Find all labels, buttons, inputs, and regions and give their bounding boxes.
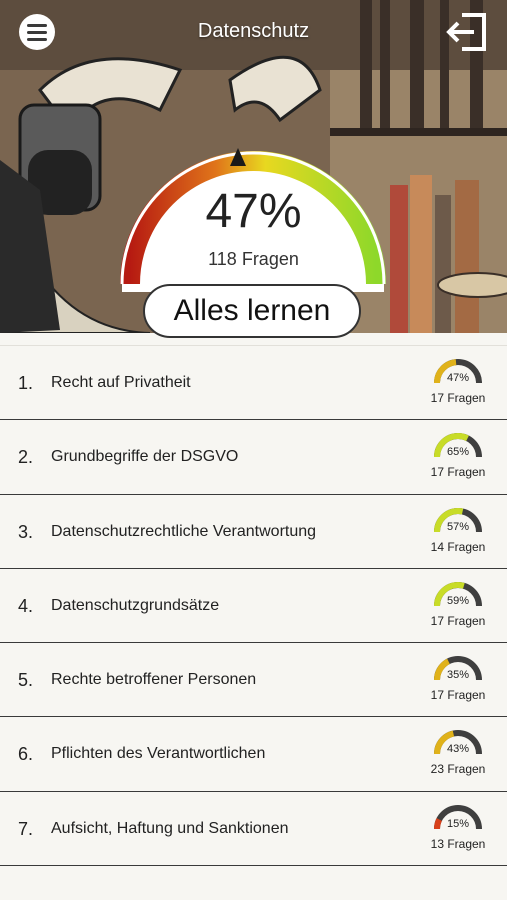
- topic-percent: 65%: [446, 446, 470, 459]
- topic-title: Recht auf Privatheit: [51, 374, 191, 391]
- overall-question-count: 118 Fragen: [208, 249, 299, 269]
- topic-question-count: 23 Fragen: [430, 762, 486, 777]
- topic-title: Grundbegriffe der DSGVO: [51, 448, 239, 466]
- topic-title: Pflichten des Verantwortlichen: [51, 745, 266, 763]
- top-bar: Datenschutz: [0, 0, 507, 64]
- topic-percent: 15%: [446, 817, 470, 830]
- topic-number: 7.: [18, 818, 34, 839]
- exit-icon: [446, 13, 486, 51]
- topic-question-count: 17 Fragen: [430, 465, 486, 480]
- topic-question-count: 13 Fragen: [430, 836, 486, 851]
- topic-question-count: 14 Fragen: [430, 539, 486, 554]
- topic-row[interactable]: 3. Datenschutzrechtliche Verantwortung 57%…: [0, 495, 507, 569]
- topic-row[interactable]: 6. Pflichten des Verantwortlichen 43% 23 Fr…: [0, 717, 507, 792]
- topic-row[interactable]: 1. Recht auf Privatheit 47% 17 Fragen: [0, 345, 507, 421]
- topic-number: 5.: [18, 670, 34, 691]
- overall-percent: 47%: [205, 185, 302, 238]
- topic-percent: 35%: [446, 669, 470, 682]
- page-title: Datenschutz: [197, 20, 310, 42]
- topic-question-count: 17 Fragen: [430, 613, 486, 628]
- topic-list: 1. Recht auf Privatheit 47% 17 Fragen 2. Grun…: [0, 345, 507, 867]
- topic-percent: 57%: [446, 520, 470, 533]
- topic-row[interactable]: 2. Grundbegriffe der DSGVO 65% 17 Fragen: [0, 420, 507, 495]
- topic-title: Datenschutzgrundsätze: [51, 596, 220, 614]
- topic-row[interactable]: 5. Rechte betroffener Personen 35% 17 Frage…: [0, 643, 507, 718]
- learn-all-button[interactable]: Alles lernen: [143, 284, 361, 338]
- topic-percent: 59%: [446, 594, 470, 607]
- topic-number: 3.: [18, 521, 34, 542]
- topic-percent: 47%: [446, 372, 470, 384]
- exit-button[interactable]: [446, 12, 488, 52]
- topic-number: 2.: [18, 447, 34, 468]
- topic-row[interactable]: 7. Aufsicht, Haftung und Sanktionen 15% 13 …: [0, 792, 507, 867]
- topic-percent: 43%: [446, 743, 470, 756]
- topic-number: 1.: [18, 373, 34, 393]
- topic-number: 6.: [18, 744, 34, 765]
- topic-title: Aufsicht, Haftung und Sanktionen: [51, 819, 289, 837]
- topic-question-count: 17 Fragen: [430, 391, 486, 405]
- topic-title: Rechte betroffener Personen: [51, 671, 257, 689]
- topic-title: Datenschutzrechtliche Verantwortung: [51, 522, 317, 540]
- topic-question-count: 17 Fragen: [430, 688, 486, 703]
- topic-number: 4.: [18, 595, 34, 616]
- topic-row[interactable]: 4. Datenschutzgrundsätze 59% 17 Fragen: [0, 569, 507, 644]
